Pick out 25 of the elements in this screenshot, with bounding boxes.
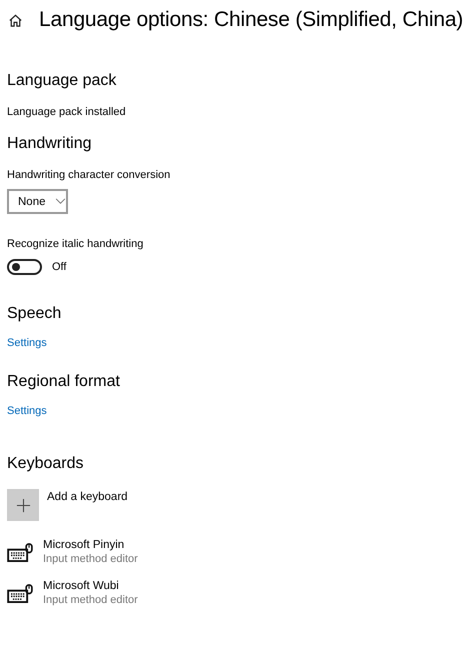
section-heading: Keyboards <box>7 455 84 473</box>
toggle-switch[interactable] <box>7 259 42 275</box>
add-keyboard-label[interactable]: Add a keyboard <box>47 491 128 503</box>
keyboard-description: Input method editor <box>43 553 138 565</box>
keyboard-name[interactable]: Microsoft Wubi <box>43 580 138 592</box>
toggle-label: Recognize italic handwriting <box>7 238 144 250</box>
keyboard-icon <box>7 542 34 562</box>
settings-link[interactable]: Settings <box>7 405 47 417</box>
chevron-down-icon <box>54 198 66 205</box>
toggle-state: Off <box>52 261 66 273</box>
keyboard-description: Input method editor <box>43 594 138 606</box>
add-button[interactable] <box>7 489 39 521</box>
section-heading: Handwriting <box>7 135 92 153</box>
section-heading: Language pack <box>7 72 118 90</box>
settings-link[interactable]: Settings <box>7 337 47 349</box>
conversion-dropdown[interactable]: None <box>7 189 68 214</box>
keyboard-name[interactable]: Microsoft Pinyin <box>43 539 138 551</box>
home-icon[interactable] <box>8 12 23 28</box>
plus-icon <box>16 498 30 512</box>
keyboard-icon <box>7 584 34 602</box>
page-title: Language options: Chinese (Simplified, China) <box>39 8 464 32</box>
section-heading: Speech <box>7 305 62 323</box>
section-heading: Regional format <box>7 373 121 391</box>
field-label: Handwriting character conversion <box>7 169 172 181</box>
status-text: Language pack installed <box>7 106 127 118</box>
